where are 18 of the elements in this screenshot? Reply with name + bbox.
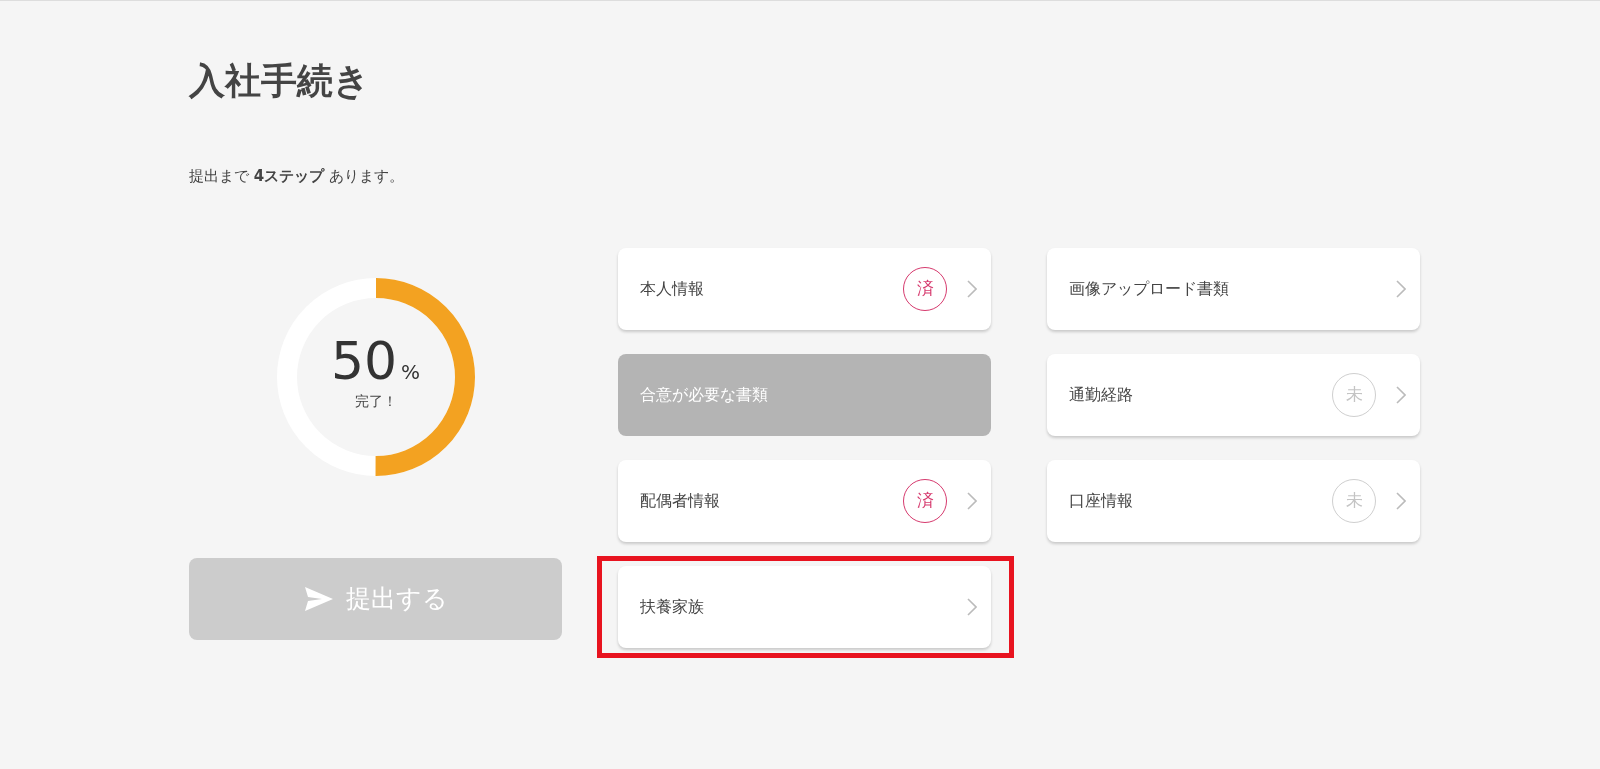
step-card[interactable]: 口座情報 未 [1047, 459, 1420, 542]
progress-value: 50 [330, 335, 398, 387]
step-card[interactable]: 配偶者情報 済 [618, 459, 991, 542]
chevron-right-icon [1396, 279, 1406, 298]
progress-unit: % [401, 359, 421, 386]
chevron-right-icon [967, 279, 977, 298]
step-card[interactable]: 扶養家族 [618, 565, 991, 648]
page-title: 入社手続き [189, 63, 370, 99]
chevron-right-icon [967, 491, 977, 510]
chevron-right-icon [967, 597, 977, 616]
step-summary: 提出まで 4ステップ あります。 [189, 166, 404, 187]
step-card[interactable]: 本人情報 済 [618, 247, 991, 330]
send-icon [303, 585, 334, 612]
progress-caption: 完了！ [354, 392, 397, 411]
chevron-right-icon [1396, 385, 1406, 404]
chevron-right-icon [1396, 491, 1406, 510]
step-card[interactable]: 通勤経路 未 [1047, 353, 1420, 436]
step-card[interactable]: 画像アップロード書類 [1047, 247, 1420, 330]
